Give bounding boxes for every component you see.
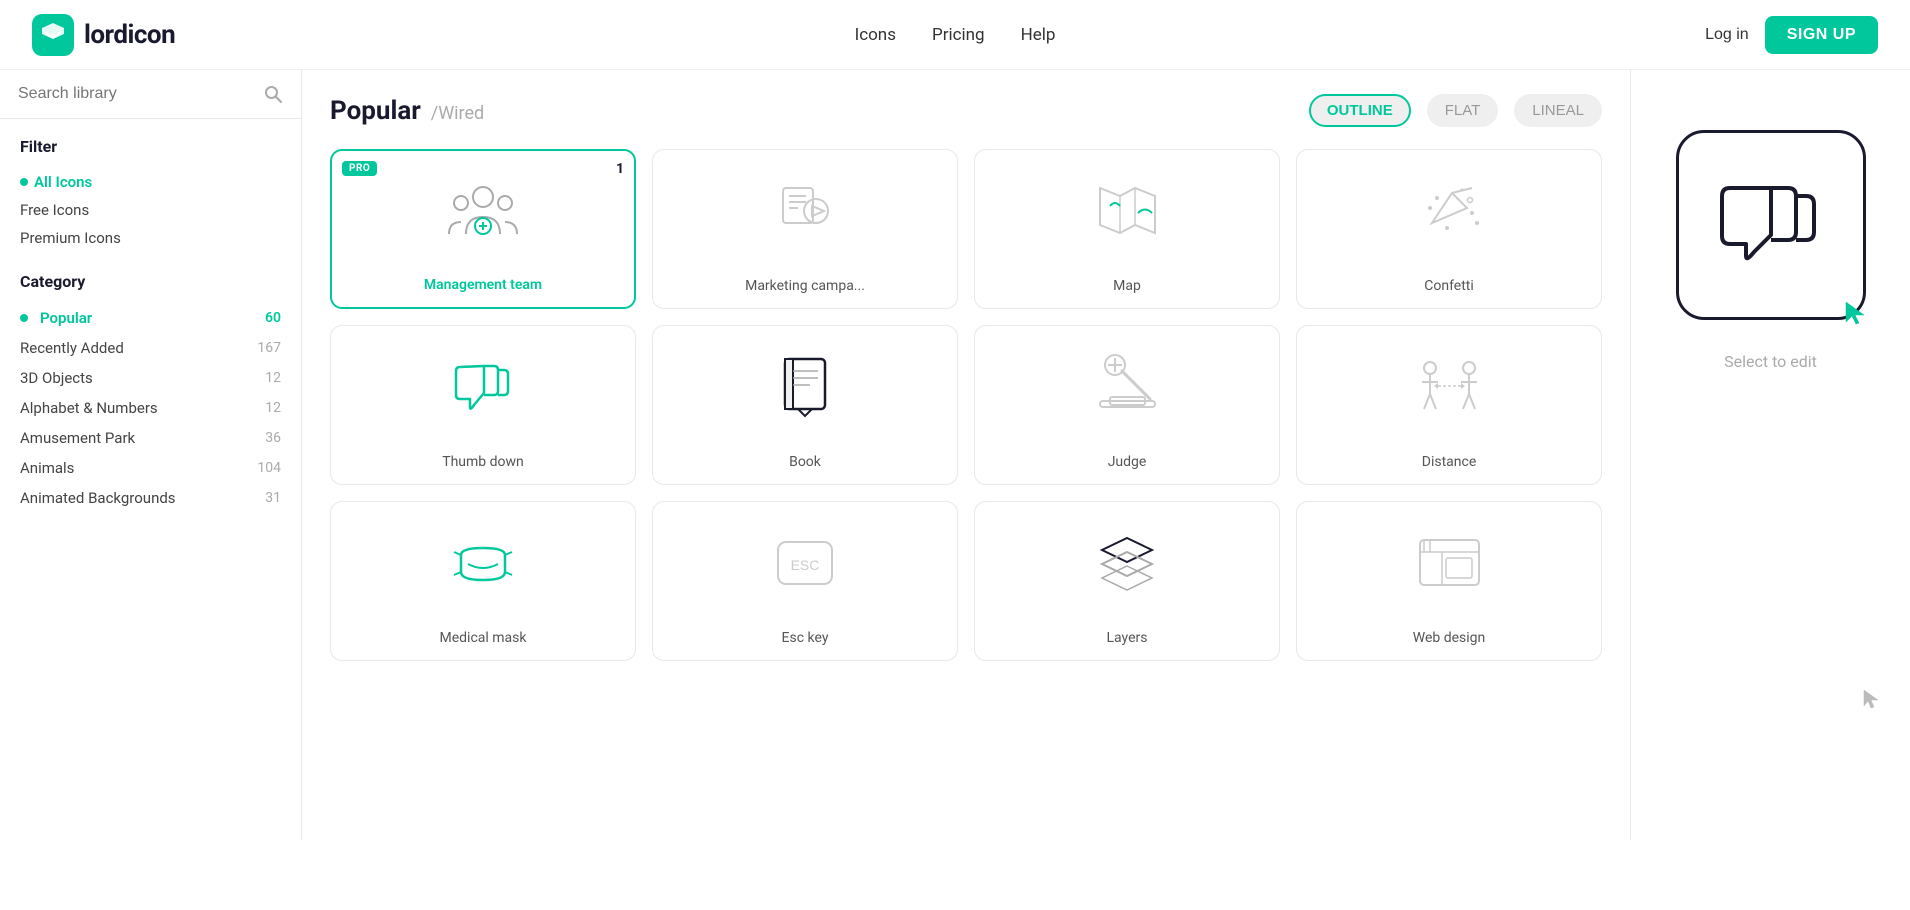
icon-card-confetti[interactable]: Confetti	[1296, 149, 1602, 309]
icon-label: Book	[789, 454, 821, 470]
icon-visual	[1409, 522, 1489, 602]
category-popular[interactable]: Popular 60	[20, 303, 281, 333]
icon-card-book[interactable]: Book	[652, 325, 958, 485]
cursor-icon-2	[1862, 688, 1880, 710]
pro-number: 1	[616, 161, 624, 177]
filter-title: Filter	[20, 137, 281, 156]
icon-label: Management team	[424, 277, 542, 293]
main-title: Popular /Wired	[330, 96, 484, 126]
icon-card-judge[interactable]: Judge	[974, 325, 1280, 485]
main-header: Popular /Wired OUTLINE FLAT LINEAL	[330, 94, 1602, 127]
icon-label: Marketing campa...	[745, 278, 865, 294]
icon-visual	[1087, 170, 1167, 250]
sidebar: Filter All Icons Free Icons Premium Icon…	[0, 70, 302, 840]
preview-icon	[1706, 160, 1836, 290]
icon-visual	[1087, 522, 1167, 602]
category-animated-backgrounds[interactable]: Animated Backgrounds 31	[20, 483, 281, 513]
icon-visual	[1409, 346, 1489, 426]
category-recently-added[interactable]: Recently Added 167	[20, 333, 281, 363]
icon-visual	[443, 346, 523, 426]
title-subtitle: /Wired	[431, 103, 484, 124]
main-content: Popular /Wired OUTLINE FLAT LINEAL PRO 1	[302, 70, 1630, 840]
icon-visual: ESC	[765, 522, 845, 602]
icon-label: Thumb down	[442, 454, 524, 470]
icon-card-esc-key[interactable]: ESC Esc key	[652, 501, 958, 661]
logo-text: lordicon	[84, 20, 175, 50]
icon-card-medical-mask[interactable]: Medical mask	[330, 501, 636, 661]
login-button[interactable]: Log in	[1705, 26, 1749, 44]
icon-visual	[1087, 346, 1167, 426]
logo-icon	[32, 14, 74, 56]
svg-text:ESC: ESC	[791, 557, 820, 573]
signup-button[interactable]: SIGN UP	[1765, 16, 1878, 54]
icon-visual	[443, 171, 523, 251]
icon-card-web-design[interactable]: Web design	[1296, 501, 1602, 661]
icon-card-layers[interactable]: Layers	[974, 501, 1280, 661]
icon-label: Map	[1113, 278, 1141, 294]
filter-free-icons[interactable]: Free Icons	[20, 196, 281, 224]
icon-visual	[1409, 170, 1489, 250]
search-bar	[0, 70, 301, 119]
search-icon[interactable]	[263, 84, 283, 104]
icon-visual	[765, 346, 845, 426]
nav-icons[interactable]: Icons	[855, 25, 896, 45]
select-to-edit-label: Select to edit	[1724, 352, 1817, 371]
icon-label: Esc key	[782, 630, 829, 646]
preview-box	[1676, 130, 1866, 320]
icon-card-management-team[interactable]: PRO 1 Management team	[330, 149, 636, 309]
right-panel: Select to edit	[1630, 70, 1910, 840]
header-actions: Log in SIGN UP	[1705, 16, 1878, 54]
active-dot	[20, 178, 28, 186]
sidebar-content: Filter All Icons Free Icons Premium Icon…	[0, 119, 301, 840]
tab-outline[interactable]: OUTLINE	[1309, 94, 1411, 127]
pro-badge: PRO	[342, 161, 377, 176]
icon-visual	[443, 522, 523, 602]
cursor-icon	[1844, 300, 1866, 326]
icon-visual	[765, 170, 845, 250]
icon-label: Judge	[1108, 454, 1147, 470]
view-tabs: OUTLINE FLAT LINEAL	[1309, 94, 1602, 127]
title-text: Popular	[330, 96, 421, 126]
icon-label: Web design	[1413, 630, 1486, 646]
tab-lineal[interactable]: LINEAL	[1514, 94, 1602, 127]
nav-help[interactable]: Help	[1021, 25, 1056, 45]
category-alphabet-numbers[interactable]: Alphabet & Numbers 12	[20, 393, 281, 423]
icon-card-distance[interactable]: Distance	[1296, 325, 1602, 485]
category-animals[interactable]: Animals 104	[20, 453, 281, 483]
filter-section: Filter All Icons Free Icons Premium Icon…	[20, 137, 281, 252]
category-amusement-park[interactable]: Amusement Park 36	[20, 423, 281, 453]
icon-label: Layers	[1107, 630, 1148, 646]
active-dot	[20, 314, 28, 322]
logo[interactable]: lordicon	[32, 14, 175, 56]
icon-label: Confetti	[1424, 278, 1474, 294]
main-nav: Icons Pricing Help	[855, 25, 1056, 45]
header: lordicon Icons Pricing Help Log in SIGN …	[0, 0, 1910, 70]
category-title: Category	[20, 272, 281, 291]
search-input[interactable]	[18, 85, 253, 103]
filter-premium-icons[interactable]: Premium Icons	[20, 224, 281, 252]
icon-label: Distance	[1422, 454, 1477, 470]
icon-label: Medical mask	[440, 630, 527, 646]
icon-grid: PRO 1 Management team	[330, 149, 1602, 661]
icon-card-marketing-campaign[interactable]: Marketing campa...	[652, 149, 958, 309]
layout: Filter All Icons Free Icons Premium Icon…	[0, 70, 1910, 840]
category-section: Category Popular 60 Recently Added 167 3…	[20, 272, 281, 513]
icon-card-thumb-down[interactable]: Thumb down	[330, 325, 636, 485]
filter-all-icons[interactable]: All Icons	[20, 168, 281, 196]
icon-card-map[interactable]: Map	[974, 149, 1280, 309]
category-3d-objects[interactable]: 3D Objects 12	[20, 363, 281, 393]
nav-pricing[interactable]: Pricing	[932, 25, 985, 45]
tab-flat[interactable]: FLAT	[1427, 94, 1499, 127]
